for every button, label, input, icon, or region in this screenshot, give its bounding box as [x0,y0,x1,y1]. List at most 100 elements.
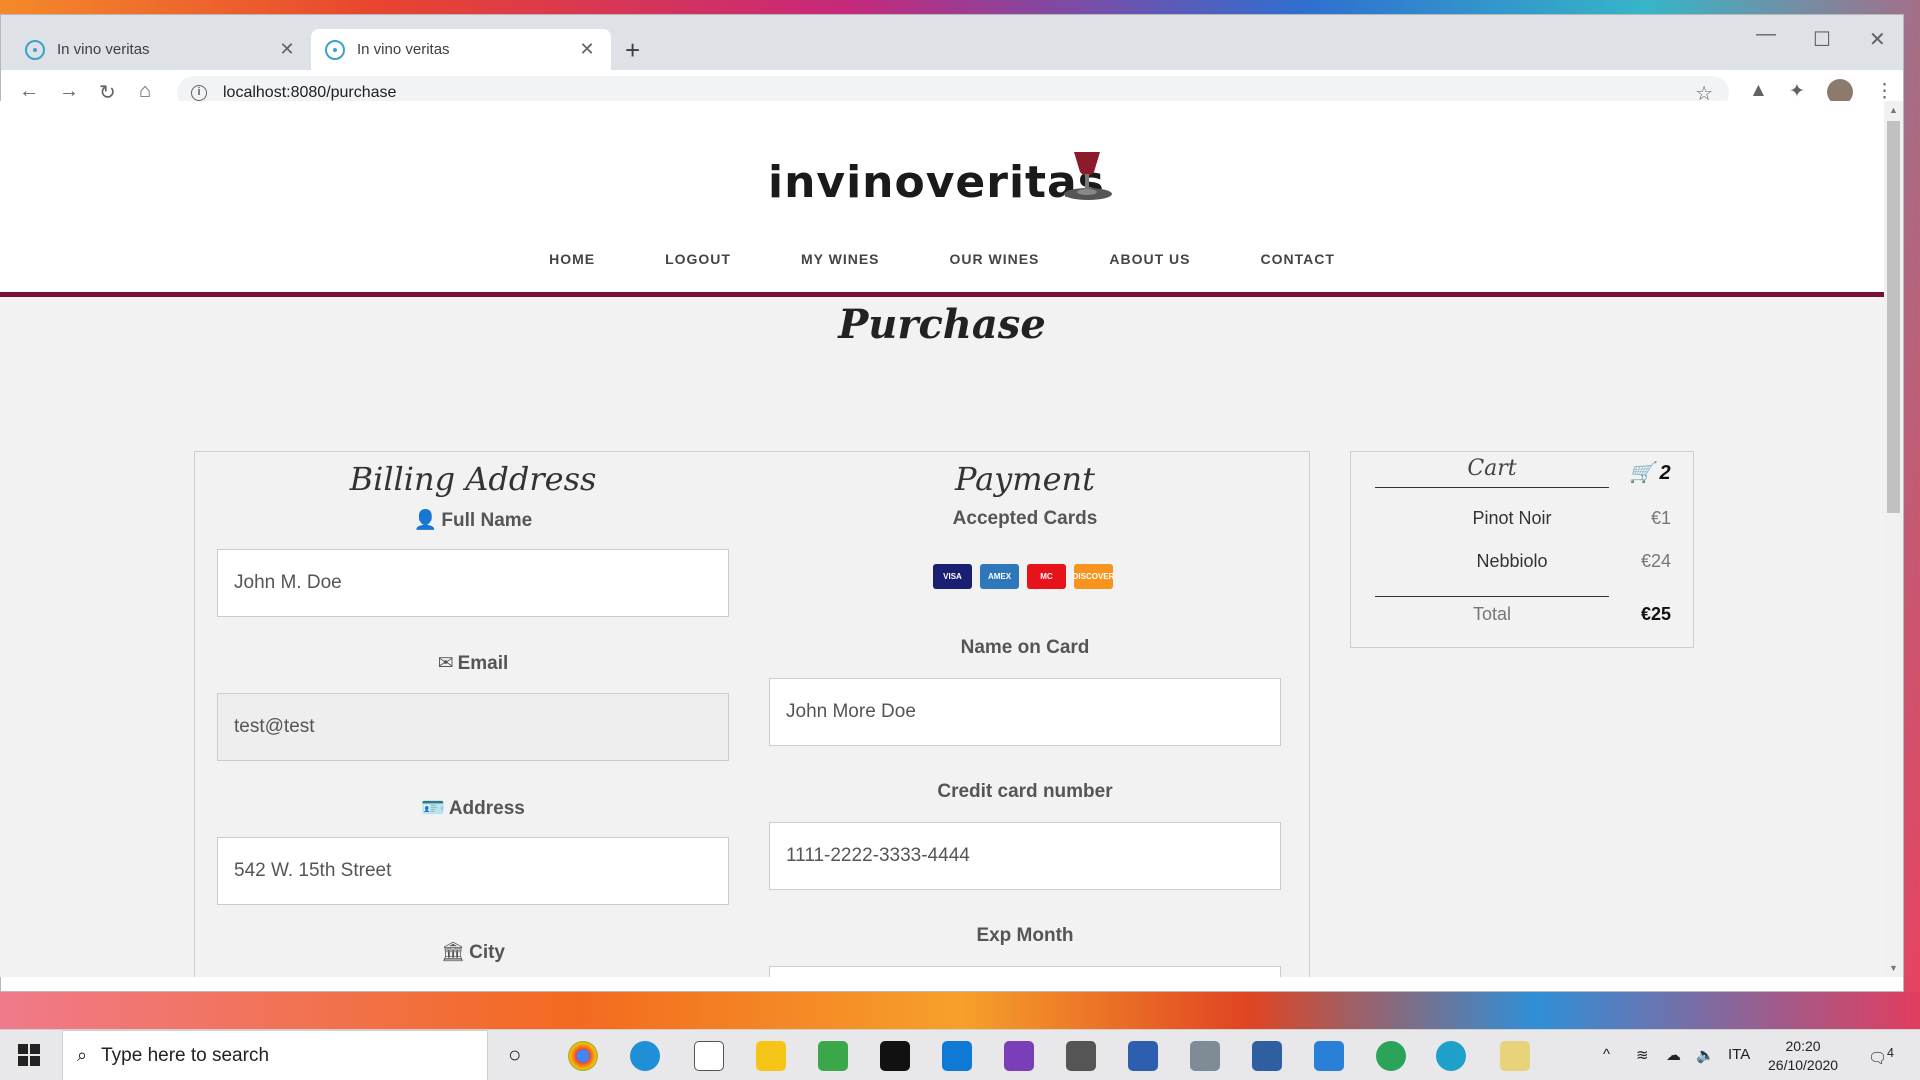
system-clock[interactable]: 20:20 26/10/2020 [1768,1037,1838,1075]
email-input[interactable] [217,693,729,761]
search-icon: ⌕ [77,1045,88,1065]
chrome-taskbar-icon[interactable] [568,1041,598,1071]
institution-icon: 🏛 [440,942,466,963]
sql-tool-taskbar-icon[interactable] [1252,1041,1282,1071]
react-icon [325,39,345,60]
tab-strip: In vino veritas ✕ In vino veritas ✕ + — … [1,15,1903,70]
nav-logout[interactable]: LOGOUT [665,251,731,267]
mastercard-card-icon: MC [1027,564,1066,589]
drive-extension-icon[interactable]: ▲ [1749,80,1768,102]
maximize-button[interactable]: ☐ [1813,27,1831,52]
menu-kebab-icon[interactable]: ⋮ [1875,80,1894,103]
info-icon[interactable]: i [191,85,207,101]
card-number-input[interactable] [769,822,1281,890]
main-nav: HOME LOGOUT MY WINES OUR WINES ABOUT US … [0,251,1884,267]
discover-card-icon: DISCOVER [1073,564,1114,589]
user-icon: 👤 [413,510,438,531]
calculator-taskbar-icon[interactable] [1190,1041,1220,1071]
taskbar-search[interactable]: ⌕ Type here to search [62,1030,488,1080]
accepted-cards-label: Accepted Cards [952,508,1098,529]
cart-divider [1375,596,1609,597]
cortana-icon[interactable]: ○ [508,1042,521,1068]
clock-date: 26/10/2020 [1768,1057,1839,1073]
terminal-taskbar-icon[interactable] [880,1041,910,1071]
paint-taskbar-icon[interactable] [1500,1041,1530,1071]
cart-summary: Cart 🛒 2 Pinot Noir €1 Nebbiolo €24 Tota… [1350,451,1694,648]
desktop-wallpaper [0,992,1920,1029]
nav-about-us[interactable]: ABOUT US [1109,251,1190,267]
scroll-down-icon[interactable]: ▼ [1889,963,1898,973]
exp-month-label: Exp Month [976,925,1074,946]
scrollbar-thumb[interactable] [1887,121,1900,513]
checkout-form: Billing Address 👤Full Name ✉Email 🪪Addre… [194,451,1310,977]
tab-title: In vino veritas [357,41,450,58]
tray-chevron-icon[interactable]: ^ [1603,1046,1610,1063]
address-card-icon: 🪪 [421,798,445,819]
nav-home[interactable]: HOME [549,251,595,267]
close-icon[interactable]: ✕ [277,39,297,60]
page-viewport: invinoveritas HOME LOGOUT MY WINES OUR W… [0,101,1884,977]
clock-time: 20:20 [1785,1038,1821,1054]
windows-taskbar: ⌕ Type here to search ○ ^ ≋ ☁ 🔈 ITA 20:2… [0,1029,1920,1080]
volume-icon[interactable]: 🔈 [1696,1046,1715,1064]
page-title: Purchase [838,301,1046,348]
close-icon[interactable]: ✕ [577,39,597,60]
accepted-cards: VISA AMEX MC DISCOVER [933,564,1114,589]
vscode-taskbar-icon[interactable] [942,1041,972,1071]
window-app-taskbar-icon[interactable] [1314,1041,1344,1071]
window-close-button[interactable]: ✕ [1869,27,1886,52]
billing-title: Billing Address [349,460,597,498]
cart-item-price: €24 [1640,551,1671,571]
network-icon[interactable]: ≋ [1636,1046,1649,1064]
notification-center-icon[interactable]: 🗨4 [1868,1046,1894,1067]
image-app-taskbar-icon[interactable] [818,1041,848,1071]
url-text[interactable]: localhost:8080/purchase [223,84,396,102]
language-indicator[interactable]: ITA [1728,1046,1750,1063]
name-on-card-input[interactable] [769,678,1281,746]
full-name-input[interactable] [217,549,729,617]
new-tab-button[interactable]: + [625,37,640,63]
home-icon[interactable]: ⌂ [139,80,151,103]
edge-dev-taskbar-icon[interactable] [1436,1041,1466,1071]
document-taskbar-icon[interactable] [694,1041,724,1071]
cart-total-value: €25 [1640,604,1671,624]
tab-inactive[interactable]: In vino veritas ✕ [11,29,311,70]
cart-item-name: Pinot Noir [1472,508,1552,528]
minimize-button[interactable]: — [1756,23,1776,46]
file-explorer-taskbar-icon[interactable] [756,1041,786,1071]
forward-icon[interactable]: → [59,80,79,103]
cart-item-price: €1 [1650,508,1671,528]
back-icon[interactable]: ← [19,80,39,103]
address-input[interactable] [217,837,729,905]
wine-glass-icon [1064,152,1112,200]
maps-taskbar-icon[interactable] [1376,1041,1406,1071]
react-icon [25,39,45,60]
onedrive-icon[interactable]: ☁ [1666,1046,1681,1064]
page-scrollbar[interactable]: ▲ ▼ [1884,101,1903,977]
exp-month-input[interactable] [769,966,1281,977]
scroll-up-icon[interactable]: ▲ [1889,105,1898,115]
amex-card-icon: AMEX [980,564,1019,589]
site-header: invinoveritas HOME LOGOUT MY WINES OUR W… [0,101,1884,297]
city-label: 🏛 City [440,942,506,963]
address-label: 🪪 Address [421,798,525,819]
remote-desktop-taskbar-icon[interactable] [1128,1041,1158,1071]
search-placeholder: Type here to search [101,1044,270,1066]
tab-active[interactable]: In vino veritas ✕ [311,29,611,70]
visual-studio-taskbar-icon[interactable] [1004,1041,1034,1071]
nav-our-wines[interactable]: OUR WINES [950,251,1040,267]
nav-contact[interactable]: CONTACT [1261,251,1335,267]
cart-item-name: Nebbiolo [1476,551,1548,571]
card-number-label: Credit card number [937,781,1113,802]
windows-start-icon[interactable] [18,1044,40,1066]
extensions-puzzle-icon[interactable]: ✦ [1789,80,1805,103]
cart-title: Cart [1375,456,1609,488]
nav-my-wines[interactable]: MY WINES [801,251,880,267]
payment-title: Payment [955,460,1095,498]
edge-taskbar-icon[interactable] [630,1041,660,1071]
cart-count: 🛒 2 [1629,462,1671,484]
site-logo[interactable]: invinoveritas [768,157,1105,208]
name-on-card-label: Name on Card [960,637,1090,658]
visa-card-icon: VISA [933,564,972,589]
database-taskbar-icon[interactable] [1066,1041,1096,1071]
